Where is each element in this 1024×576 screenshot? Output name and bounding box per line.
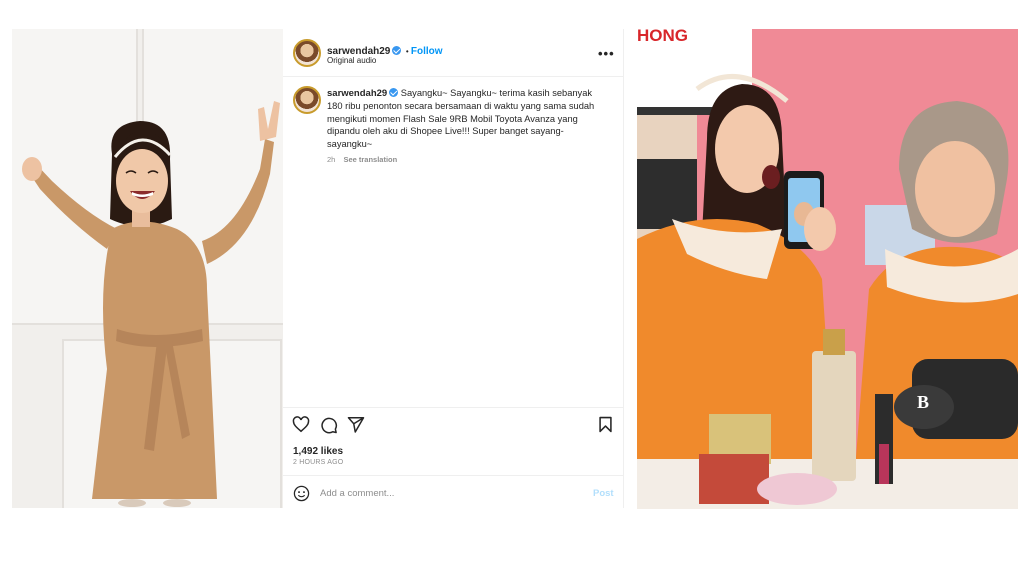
comment-icon[interactable] [320, 416, 338, 434]
post-time: 2h [327, 155, 336, 164]
post-comment-button[interactable]: Post [593, 488, 614, 499]
post-panel: sarwendah29 • Follow Original audio ••• … [283, 29, 624, 508]
woman-figure [22, 101, 280, 507]
more-options-icon[interactable]: ••• [598, 46, 615, 61]
caption-line: dipandu oleh aku di Shopee Live!!! Super… [327, 126, 564, 137]
see-translation-link[interactable]: See translation [343, 155, 397, 164]
caption-line: sayangku~ [327, 138, 373, 149]
caption-meta: 2h See translation [327, 155, 397, 164]
store-sign: HONG [637, 29, 688, 45]
post-video[interactable] [12, 29, 283, 508]
divider [283, 475, 624, 476]
audio-label[interactable]: Original audio [327, 56, 376, 65]
livestream-scene [637, 29, 1018, 509]
likes-count[interactable]: 1,492 likes [293, 446, 343, 457]
bookmark-icon[interactable] [598, 416, 613, 433]
verified-badge-icon [392, 46, 402, 55]
caption: sarwendah29 Sayangku~ Sayangku~ terima k… [327, 87, 607, 150]
caption-line: mengikuti momen Flash Sale 9RB Mobil Toy… [327, 113, 578, 124]
photo-livestream: HONG B [637, 29, 1018, 509]
caption-username[interactable]: sarwendah29 [327, 88, 387, 99]
caption-text: Sayangku~ Sayangku~ terima kasih sebanya… [400, 88, 593, 98]
comment-input[interactable]: Add a comment... [320, 488, 394, 499]
emoji-icon[interactable] [293, 485, 310, 502]
send-icon[interactable] [347, 416, 365, 433]
post-header: sarwendah29 • Follow Original audio ••• [283, 29, 624, 77]
avatar[interactable] [293, 39, 321, 67]
avatar[interactable] [293, 86, 321, 114]
verified-badge-icon [389, 88, 399, 97]
divider [283, 407, 624, 408]
caption-line: sarwendah29 Sayangku~ Sayangku~ terima k… [327, 87, 607, 100]
caption-line: 180 ribu penonton secara bersamaan di wa… [327, 101, 595, 112]
post-timestamp: 2 HOURS AGO [293, 459, 344, 466]
product-label: B [917, 392, 930, 412]
heart-icon[interactable] [292, 416, 310, 433]
follow-button[interactable]: Follow [411, 46, 443, 57]
